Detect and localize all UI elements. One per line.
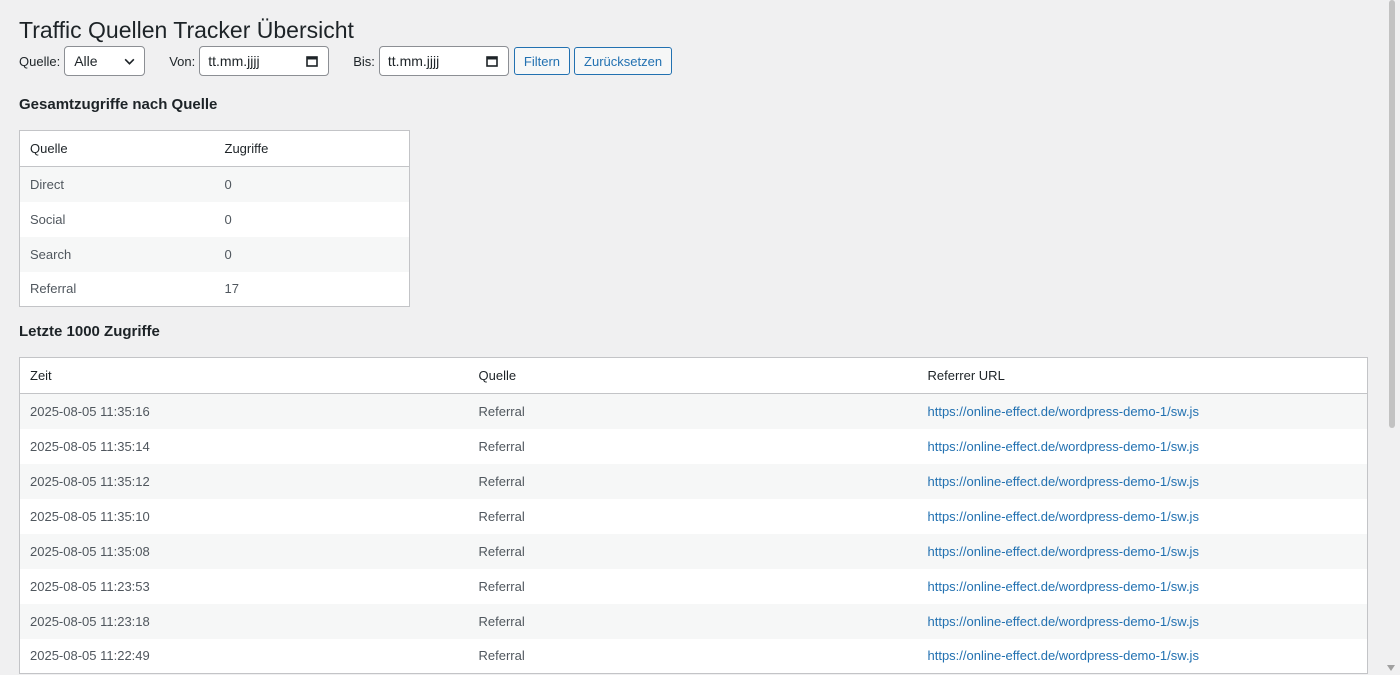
time-cell: 2025-08-05 11:22:49 [30, 648, 150, 664]
count-cell: 0 [214, 166, 410, 202]
referrer-link[interactable]: https://online-effect.de/wordpress-demo-… [917, 603, 1368, 639]
table-row: 2025-08-05 11:35:10 Referral https://onl… [20, 499, 1368, 534]
column-header-time: Zeit [19, 357, 469, 394]
summary-heading: Gesamtzugriffe nach Quelle [19, 96, 218, 113]
table-row: 2025-08-05 11:35:08 Referral https://onl… [19, 533, 1368, 569]
from-date-placeholder: tt.mm.jjjj [208, 53, 260, 69]
table-row: Social 0 [20, 202, 410, 237]
time-cell: 2025-08-05 11:23:53 [30, 578, 150, 594]
chevron-down-icon [124, 58, 135, 65]
referrer-link[interactable]: https://online-effect.de/wordpress-demo-… [917, 533, 1368, 569]
column-header-referrer: Referrer URL [917, 357, 1368, 394]
calendar-icon[interactable] [486, 55, 498, 67]
source-cell: Referral [478, 578, 525, 594]
source-cell: Social [30, 211, 66, 227]
filter-button[interactable]: Filtern [513, 47, 571, 75]
source-cell: Referral [468, 393, 918, 429]
table-row: 2025-08-05 11:23:53 Referral https://onl… [20, 569, 1368, 604]
vertical-scrollbar[interactable] [1382, 0, 1400, 675]
table-row: Referral 17 [20, 272, 410, 307]
source-cell: Search [19, 236, 215, 272]
source-filter-label: Quelle: [19, 53, 61, 69]
filter-form: Quelle: Alle Von: tt.mm.jjjj Bis: tt.mm.… [19, 46, 676, 76]
summary-header-row: Quelle Zugriffe [19, 130, 410, 167]
recent-table: Zeit Quelle Referrer URL 2025-08-05 11:3… [19, 357, 1368, 674]
from-date-input[interactable]: tt.mm.jjjj [199, 46, 330, 76]
column-header-source: Quelle [19, 130, 215, 167]
time-cell: 2025-08-05 11:35:12 [19, 463, 469, 499]
summary-table: Quelle Zugriffe Direct 0 Social 0 Search… [19, 130, 410, 307]
referrer-link[interactable]: https://online-effect.de/wordpress-demo-… [917, 393, 1368, 429]
source-select-value: Alle [74, 53, 98, 69]
count-cell: 0 [214, 236, 410, 272]
column-header-source: Quelle [468, 357, 918, 394]
page-title: Traffic Quellen Tracker Übersicht [19, 17, 354, 43]
from-date-label: Von: [169, 53, 196, 69]
time-cell: 2025-08-05 11:35:16 [19, 393, 469, 429]
source-cell: Referral [478, 648, 525, 664]
source-cell: Direct [19, 166, 215, 202]
source-cell: Referral [478, 438, 525, 454]
source-cell: Referral [468, 603, 918, 639]
source-select[interactable]: Alle [64, 46, 146, 76]
to-date-label: Bis: [353, 53, 375, 69]
count-cell: 0 [224, 211, 232, 227]
referrer-link[interactable]: https://online-effect.de/wordpress-demo-… [918, 569, 1368, 604]
table-row: 2025-08-05 11:23:18 Referral https://onl… [19, 603, 1368, 639]
to-date-placeholder: tt.mm.jjjj [387, 53, 440, 69]
referrer-link[interactable]: https://online-effect.de/wordpress-demo-… [917, 463, 1368, 499]
column-header-count: Zugriffe [214, 130, 410, 167]
source-cell: Referral [30, 281, 77, 297]
source-cell: Referral [478, 508, 525, 524]
referrer-link[interactable]: https://online-effect.de/wordpress-demo-… [918, 429, 1368, 464]
count-cell: 17 [224, 281, 239, 297]
time-cell: 2025-08-05 11:35:10 [30, 508, 150, 524]
referrer-link[interactable]: https://online-effect.de/wordpress-demo-… [918, 639, 1368, 674]
source-cell: Referral [468, 463, 918, 499]
table-row: 2025-08-05 11:35:12 Referral https://onl… [19, 463, 1368, 499]
calendar-icon[interactable] [306, 55, 319, 67]
table-row: 2025-08-05 11:35:16 Referral https://onl… [19, 393, 1368, 429]
recent-heading: Letzte 1000 Zugriffe [19, 323, 160, 340]
source-cell: Referral [468, 533, 918, 569]
referrer-link[interactable]: https://online-effect.de/wordpress-demo-… [918, 499, 1368, 534]
table-row: Search 0 [19, 236, 410, 272]
scrollbar-thumb[interactable] [1389, 0, 1395, 428]
recent-header-row: Zeit Quelle Referrer URL [19, 357, 1368, 394]
time-cell: 2025-08-05 11:35:08 [19, 533, 469, 569]
reset-button[interactable]: Zurücksetzen [574, 47, 673, 75]
table-row: 2025-08-05 11:35:14 Referral https://onl… [20, 429, 1368, 464]
table-row: Direct 0 [19, 166, 410, 202]
table-row: 2025-08-05 11:22:49 Referral https://onl… [20, 639, 1368, 674]
time-cell: 2025-08-05 11:35:14 [30, 438, 150, 454]
to-date-input[interactable]: tt.mm.jjjj [378, 46, 509, 76]
time-cell: 2025-08-05 11:23:18 [19, 603, 469, 639]
scroll-down-arrow-icon[interactable] [1387, 665, 1395, 671]
